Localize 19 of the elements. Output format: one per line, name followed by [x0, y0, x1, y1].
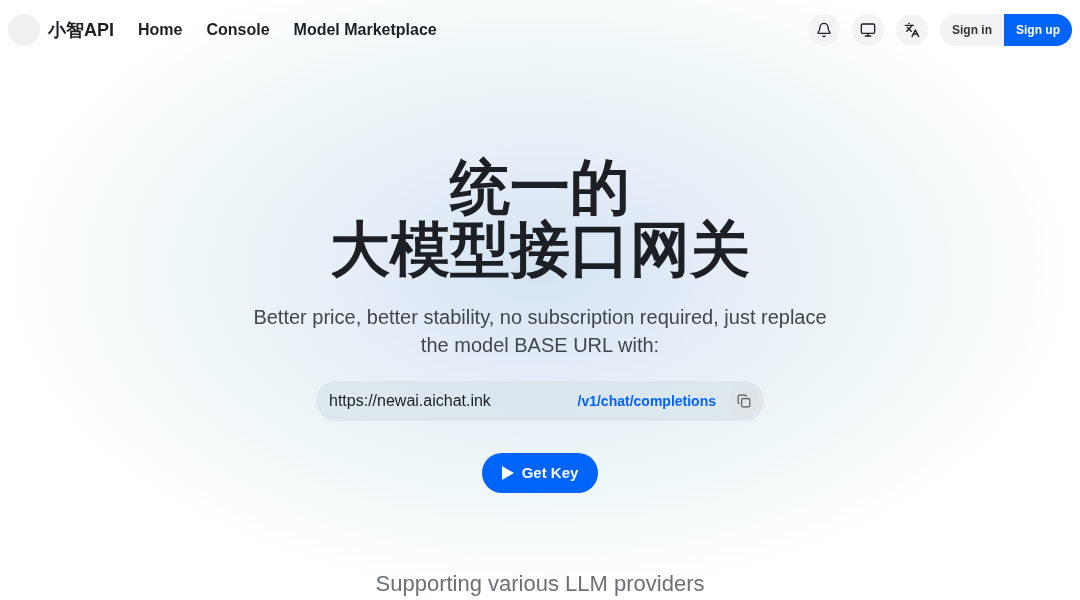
copy-button[interactable]: [728, 385, 760, 417]
bell-icon: [816, 21, 832, 38]
base-url-text: https://newai.aichat.ink: [329, 391, 491, 411]
nav-link[interactable]: Model Marketplace: [293, 17, 437, 42]
monitor-icon: [860, 21, 876, 38]
get-key-button[interactable]: Get Key: [481, 453, 599, 493]
hero-title: 统一的 大模型接口网关: [330, 157, 750, 281]
sign-up-button[interactable]: Sign up: [1004, 13, 1072, 46]
providers-heading: Supporting various LLM providers: [375, 570, 705, 598]
translate-icon: [904, 21, 920, 38]
copy-icon: [737, 394, 751, 408]
play-icon: [501, 466, 514, 480]
nav-link[interactable]: Home: [138, 17, 183, 42]
endpoint-path: /v1/chat/completions: [577, 392, 716, 411]
base-url-field[interactable]: https://newai.aichat.ink /v1/chat/completions: [316, 381, 764, 421]
brand-name[interactable]: 小智API: [48, 15, 114, 44]
sign-in-button[interactable]: Sign in: [940, 13, 1004, 46]
hero-subtitle: Better price, better stability, no subscription required, just replace the model BASE URL with:: [252, 305, 828, 358]
nav-link[interactable]: Console: [206, 17, 270, 42]
